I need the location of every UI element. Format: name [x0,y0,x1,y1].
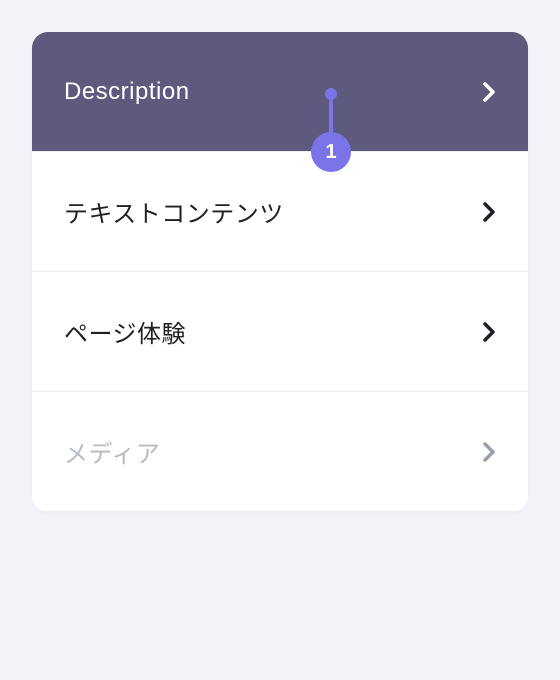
chevron-right-icon [482,81,496,103]
chevron-right-icon [482,201,496,223]
list-item-label: テキストコンテンツ [64,194,284,229]
list-item-media[interactable]: メディア [32,392,528,512]
list-item-description[interactable]: Description [32,32,528,152]
list-item-label: ページ体験 [64,314,186,349]
list-item-label: メディア [64,434,160,469]
list-item-text-content[interactable]: テキストコンテンツ [32,152,528,272]
chevron-right-icon [482,321,496,343]
settings-panel: Description テキストコンテンツ ページ体験 メディア 1 [32,32,528,512]
chevron-right-icon [482,441,496,463]
list-item-page-experience[interactable]: ページ体験 [32,272,528,392]
list-item-label: Description [64,78,190,106]
